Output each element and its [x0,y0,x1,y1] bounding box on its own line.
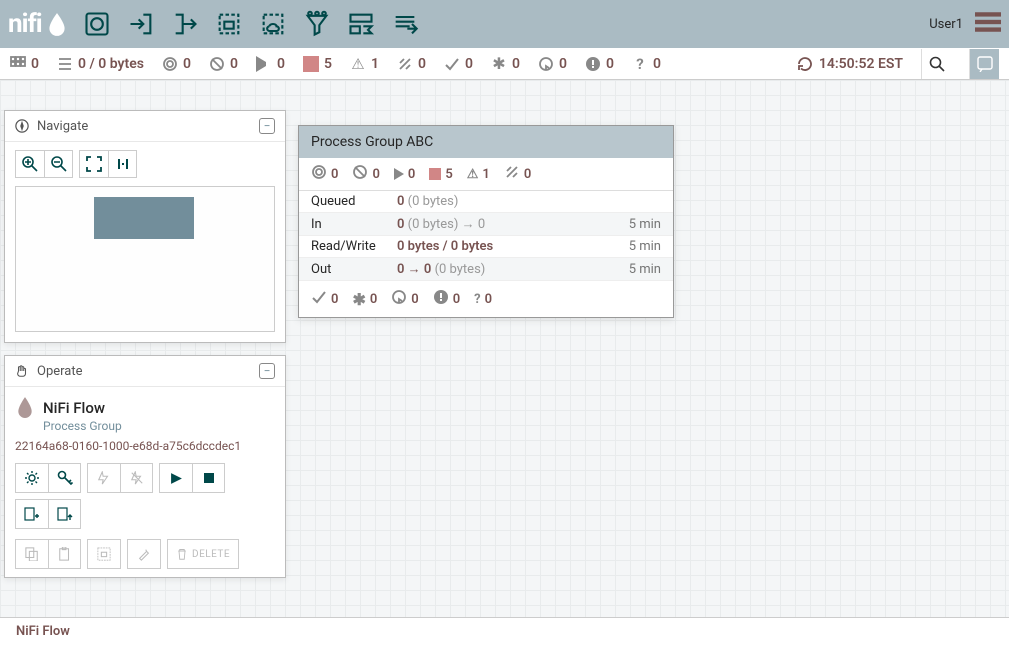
configure-button[interactable] [16,464,48,492]
play-icon [256,56,272,72]
stopped-count: 5 [303,56,332,72]
status-bar: 0 0 / 0 bytes 0 0 0 5 ⚠1 0 0 ✱0 0 0 ?0 1… [0,48,1009,80]
top-toolbar: nifi User1 [0,0,1009,48]
sync-failure-count: 0 [585,56,614,72]
last-refresh-time: 14:50:52 EST [797,56,903,72]
collapse-navigate-button[interactable]: − [259,118,275,134]
pg-in-row: In 0 (0 bytes) → 0 5 min [299,213,673,236]
zoom-in-button[interactable] [16,151,44,177]
unknown-count: ?0 [632,56,661,72]
warning-icon: ⚠ [467,167,479,182]
zoom-actual-button[interactable] [108,151,136,177]
add-input-port-button[interactable] [120,6,162,42]
add-label-button[interactable] [384,6,426,42]
copy-button[interactable] [16,540,48,568]
nifi-logo: nifi [8,9,70,39]
add-output-port-button[interactable] [164,6,206,42]
play-icon [394,168,404,180]
invalid-count: ⚠1 [350,56,379,72]
add-remote-process-group-button[interactable] [252,6,294,42]
disable-button[interactable] [120,464,152,492]
locally-modified-count: ✱0 [491,56,520,72]
zoom-fit-button[interactable] [80,151,108,177]
disabled-count: 0 [397,56,426,72]
transmitting-count: 0 [162,56,191,72]
up-to-date-count: 0 [444,56,473,72]
add-template-button[interactable] [340,6,382,42]
stop-button[interactable] [192,464,224,492]
drop-icon [44,11,70,37]
process-group-status-strip: 0 0 0 5 ⚠1 0 [299,158,673,191]
hand-icon [15,364,29,378]
not-transmitting-count: 0 [209,56,238,72]
refresh-icon [797,56,813,72]
stop-icon [429,168,441,180]
add-funnel-button[interactable] [296,6,338,42]
process-group-name: Process Group ABC [299,126,673,158]
pg-out-row: Out 0 → 0 (0 bytes) 5 min [299,258,673,281]
running-count: 0 [256,56,285,72]
birdseye-view[interactable] [15,186,275,332]
operate-component-name: NiFi Flow [43,399,105,417]
create-template-button[interactable] [16,500,48,528]
delete-button[interactable]: DELETE [168,540,238,568]
enable-button[interactable] [88,464,120,492]
compass-icon [15,119,29,133]
breadcrumb[interactable]: NiFi Flow [0,617,1009,645]
navigate-panel: Navigate − [4,110,286,343]
zoom-out-button[interactable] [44,151,72,177]
operate-title: Operate [37,364,83,379]
add-processor-button[interactable] [76,6,118,42]
process-group-version-strip: 0 ✱0 0 0 ?0 [299,281,673,317]
pg-queued-row: Queued 0 (0 bytes) [299,191,673,213]
flow-canvas[interactable]: Navigate − Operate − NiFi Flow [0,80,1009,617]
operate-component-uuid: 22164a68-0160-1000-e68d-a75c6dccdec1 [15,439,275,453]
navigate-title: Navigate [37,119,88,134]
user-label: User1 [929,17,963,32]
search-button[interactable] [921,49,951,79]
process-group-component[interactable]: Process Group ABC 0 0 0 5 ⚠1 0 Queued 0 … [298,125,674,318]
bulletin-board-button[interactable] [969,49,999,79]
collapse-operate-button[interactable]: − [259,363,275,379]
drop-icon [15,395,35,421]
stale-count: 0 [538,56,567,72]
pg-rw-row: Read/Write 0 bytes / 0 bytes 5 min [299,236,673,258]
warning-icon: ⚠ [350,56,366,72]
change-color-button[interactable] [128,540,160,568]
active-threads-count: 0 [10,56,39,72]
paste-button[interactable] [48,540,80,568]
global-menu-button[interactable] [975,11,1001,37]
group-button[interactable] [88,540,120,568]
access-policies-button[interactable] [48,464,80,492]
add-process-group-button[interactable] [208,6,250,42]
start-button[interactable] [160,464,192,492]
upload-template-button[interactable] [48,500,80,528]
total-queued-count: 0 / 0 bytes [57,56,144,72]
stop-icon [303,56,319,72]
birdseye-component [94,197,194,239]
operate-component-type: Process Group [43,419,275,433]
operate-panel: Operate − NiFi Flow Process Group 22164a… [4,355,286,578]
